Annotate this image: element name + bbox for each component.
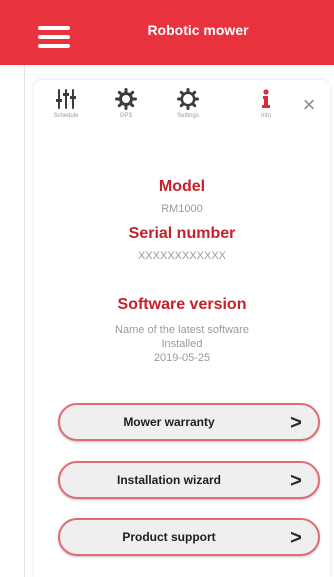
button-label: Installation wizard [116,473,221,487]
button-label: Product support [122,530,216,544]
hamburger-bar [38,44,70,48]
app-title: Robotic mower [147,22,249,38]
software-title: Software version [117,296,247,313]
tab-info[interactable]: Info [240,88,292,119]
button-label: Mower warranty [123,415,215,429]
hamburger-bar [38,26,70,30]
software-section: Software version Name of the latest soft… [34,296,330,365]
tab-settings[interactable]: Settings [162,88,214,119]
model-title: Model [158,178,206,195]
chevron-right-icon: > [290,527,302,549]
gear-icon [177,88,199,110]
hamburger-bar [38,35,70,39]
chevron-right-icon: > [290,470,302,492]
tab-schedule[interactable]: Schedule [40,88,92,119]
model-value: RM1000 [161,203,203,215]
tab-label: Info [260,113,271,119]
tab-gps[interactable]: GPS [100,88,152,119]
hamburger-icon[interactable] [38,26,70,48]
serial-title: Serial number [128,225,236,242]
app-header: Robotic mower [0,0,334,65]
gear-icon [115,88,137,110]
close-icon[interactable]: × [297,93,321,117]
info-icon [262,89,270,108]
installation-wizard-button[interactable]: Installation wizard > [58,461,320,499]
tab-label: Settings [177,113,199,119]
serial-section: Serial number XXXXXXXXXXXX [34,225,330,263]
software-name: Name of the latest software [115,324,249,336]
mower-toolbar: Schedule GPS Settings Info × [34,80,330,140]
tab-label: Schedule [53,113,79,119]
mower-warranty-button[interactable]: Mower warranty > [58,403,320,441]
model-section: Model RM1000 [34,178,330,216]
sliders-icon [56,89,76,109]
product-support-button[interactable]: Product support > [58,518,320,556]
tab-label: GPS [119,113,133,119]
chevron-right-icon: > [290,412,302,434]
software-status: Installed [161,338,203,350]
software-date: 2019-05-25 [153,352,211,364]
serial-value: XXXXXXXXXXXX [137,250,227,262]
